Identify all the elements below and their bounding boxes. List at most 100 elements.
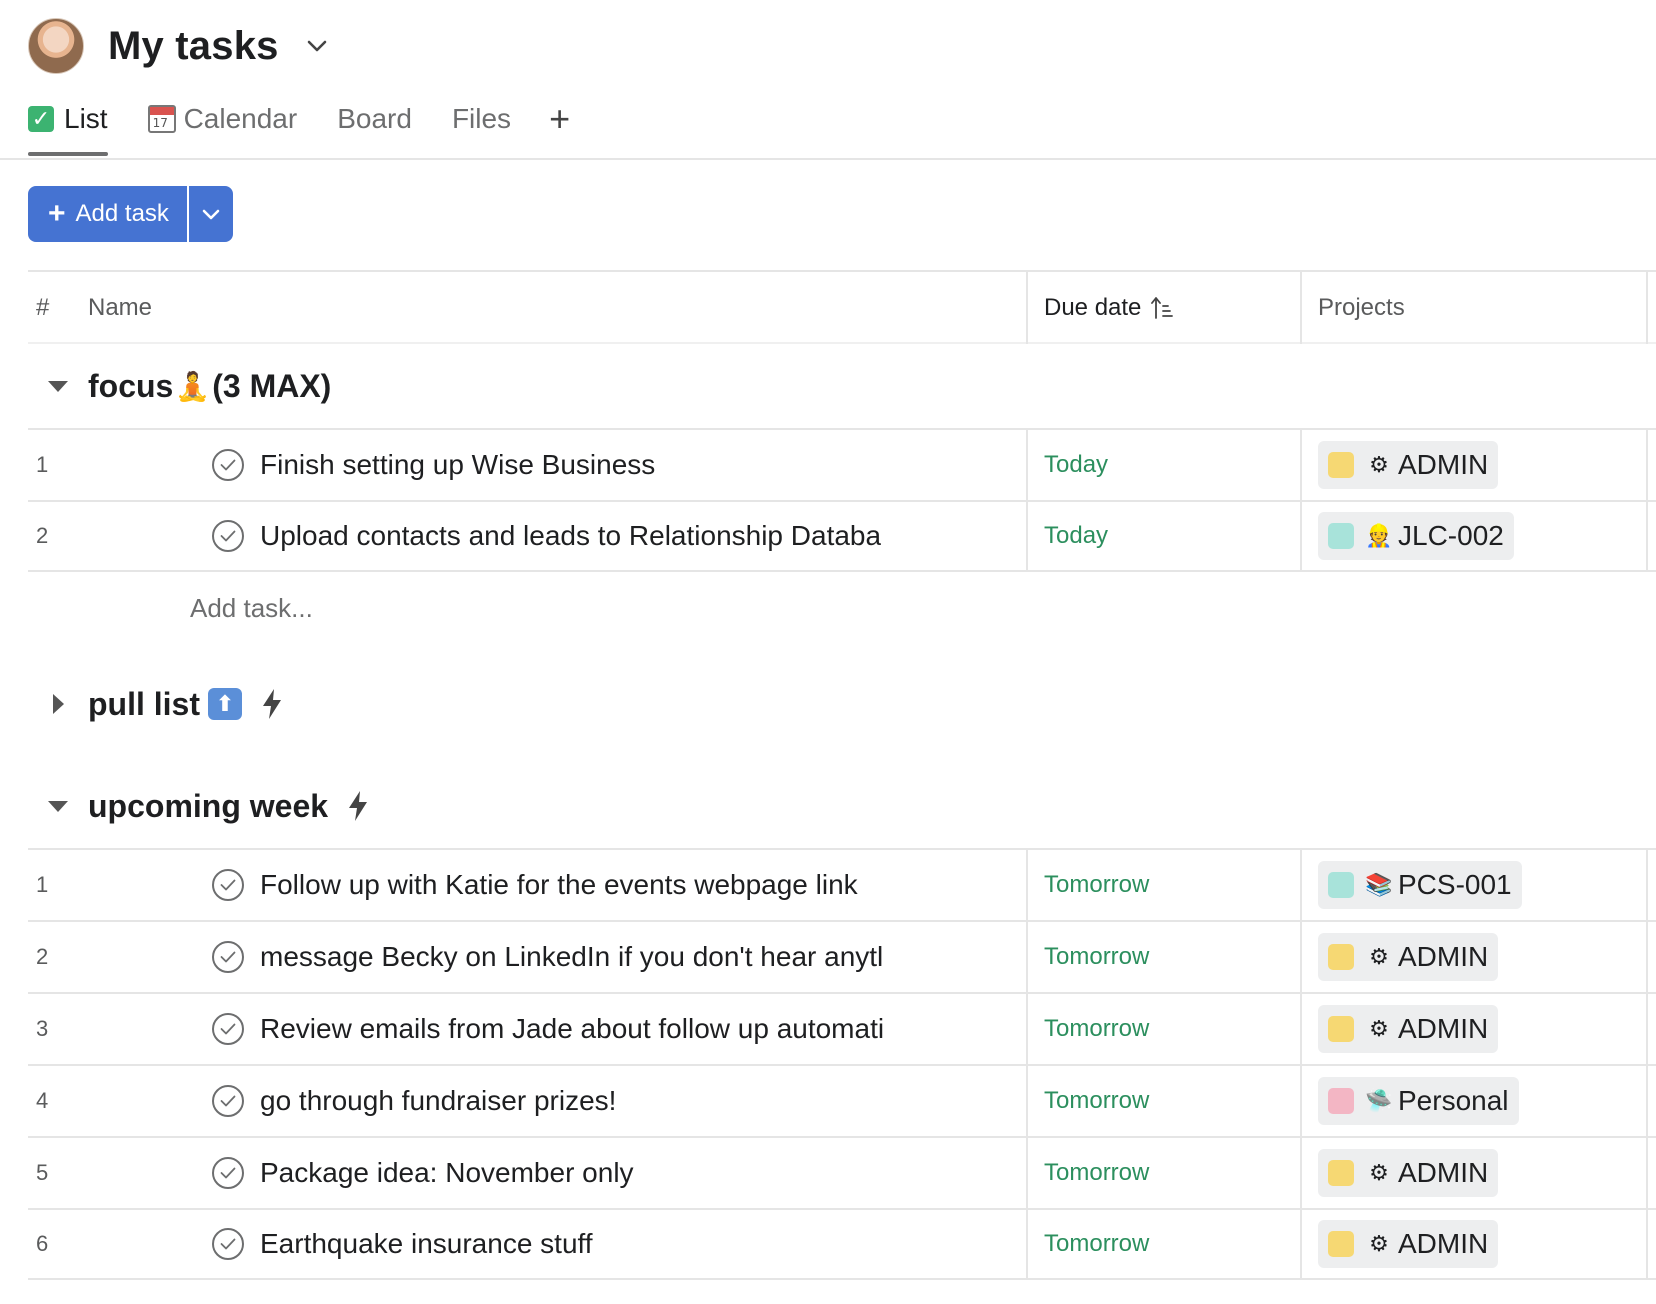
table-row[interactable]: 3 Review emails from Jade about follow u…	[28, 992, 1656, 1064]
due-date[interactable]: Tomorrow	[1026, 1066, 1300, 1136]
due-date[interactable]: Tomorrow	[1026, 850, 1300, 920]
avatar[interactable]	[28, 18, 84, 74]
collapse-toggle[interactable]	[28, 764, 88, 848]
task-name[interactable]: Earthquake insurance stuff	[260, 1228, 593, 1260]
table-row[interactable]: 2 Upload contacts and leads to Relations…	[28, 500, 1656, 572]
due-date[interactable]: Today	[1026, 430, 1300, 500]
collapse-toggle[interactable]	[28, 344, 88, 428]
project-label: JLC-002	[1398, 520, 1504, 551]
projects-cell: 📚 PCS-001	[1300, 850, 1648, 920]
chevron-down-icon[interactable]	[305, 34, 329, 58]
projects-cell: 👷 JLC-002	[1300, 502, 1648, 570]
section-title[interactable]: focus 🧘 (3 MAX)	[88, 368, 331, 405]
task-name[interactable]: go through fundraiser prizes!	[260, 1085, 616, 1117]
project-label: ADMIN	[1398, 1228, 1489, 1259]
column-header-projects[interactable]: Projects	[1300, 272, 1648, 344]
project-pill[interactable]: 👷 JLC-002	[1318, 512, 1514, 560]
column-header-due-date[interactable]: Due date	[1026, 272, 1300, 344]
due-date[interactable]: Tomorrow	[1026, 994, 1300, 1064]
tab-board[interactable]: Board	[337, 96, 412, 142]
row-number: 3	[36, 1016, 49, 1041]
add-tab-button[interactable]: +	[549, 96, 570, 142]
tab-calendar[interactable]: 17 Calendar	[147, 96, 297, 142]
table-row[interactable]: 4 go through fundraiser prizes! Tomorrow…	[28, 1064, 1656, 1136]
projects-cell: 🛸 Personal	[1300, 1066, 1648, 1136]
project-pill[interactable]: 🛸 Personal	[1318, 1077, 1519, 1125]
due-date[interactable]: Today	[1026, 502, 1300, 570]
up-arrow-icon: ⬆	[208, 688, 242, 720]
tab-label: List	[64, 103, 108, 134]
complete-checkbox-icon[interactable]	[212, 1013, 244, 1045]
task-name-cell: go through fundraiser prizes!	[88, 1066, 1026, 1136]
section-title-text: focus	[88, 367, 174, 404]
project-color-swatch	[1328, 1088, 1354, 1114]
projects-cell: ⚙ ADMIN	[1300, 1210, 1648, 1278]
due-date[interactable]: Tomorrow	[1026, 922, 1300, 992]
task-name[interactable]: Review emails from Jade about follow up …	[260, 1013, 884, 1045]
add-task-dropdown-button[interactable]	[188, 186, 233, 242]
complete-checkbox-icon[interactable]	[212, 1157, 244, 1189]
due-date[interactable]: Tomorrow	[1026, 1138, 1300, 1208]
column-header-name[interactable]: Name	[88, 272, 1026, 344]
complete-checkbox-icon[interactable]	[212, 869, 244, 901]
complete-checkbox-icon[interactable]	[212, 520, 244, 552]
project-pill[interactable]: ⚙ ADMIN	[1318, 1005, 1499, 1053]
project-color-swatch	[1328, 872, 1354, 898]
flying-saucer-icon: 🛸	[1365, 1088, 1393, 1113]
table-row[interactable]: 5 Package idea: November only Tomorrow ⚙…	[28, 1136, 1656, 1208]
view-tabs: ✓ List 17 Calendar Board Files +	[28, 96, 610, 158]
sort-ascending-icon[interactable]	[1151, 296, 1174, 320]
due-date[interactable]: Tomorrow	[1026, 1210, 1300, 1278]
section-header: focus 🧘 (3 MAX)	[28, 344, 1656, 428]
section-title[interactable]: upcoming week	[88, 788, 370, 825]
section-title-suffix: (3 MAX)	[212, 367, 332, 404]
gear-icon: ⚙	[1369, 452, 1389, 477]
task-name[interactable]: Follow up with Katie for the events webp…	[260, 869, 858, 901]
task-name[interactable]: Package idea: November only	[260, 1157, 634, 1189]
task-name-cell: Upload contacts and leads to Relationshi…	[88, 502, 1026, 570]
project-pill[interactable]: ⚙ ADMIN	[1318, 1149, 1499, 1197]
tab-list[interactable]: ✓ List	[28, 96, 108, 156]
column-header-label: Name	[88, 294, 153, 321]
lightning-icon[interactable]	[346, 790, 370, 822]
project-color-swatch	[1328, 452, 1354, 478]
table-row[interactable]: 2 message Becky on LinkedIn if you don't…	[28, 920, 1656, 992]
task-name[interactable]: Upload contacts and leads to Relationshi…	[260, 520, 881, 552]
table-row[interactable]: 1 Finish setting up Wise Business Today …	[28, 428, 1656, 500]
section-title[interactable]: pull list ⬆	[88, 686, 284, 723]
row-number: 2	[36, 523, 49, 548]
project-pill[interactable]: ⚙ ADMIN	[1318, 441, 1499, 489]
section-pull-list: pull list ⬆	[28, 662, 1656, 746]
task-name[interactable]: Finish setting up Wise Business	[260, 449, 655, 481]
table-row[interactable]: 6 Earthquake insurance stuff Tomorrow ⚙ …	[28, 1208, 1656, 1280]
expand-toggle[interactable]	[28, 662, 88, 746]
table-row[interactable]: 1 Follow up with Katie for the events we…	[28, 848, 1656, 920]
section-title-text: pull list	[88, 685, 200, 722]
project-pill[interactable]: ⚙ ADMIN	[1318, 933, 1499, 981]
complete-checkbox-icon[interactable]	[212, 1085, 244, 1117]
complete-checkbox-icon[interactable]	[212, 941, 244, 973]
lightning-icon[interactable]	[260, 688, 284, 720]
project-color-swatch	[1328, 1160, 1354, 1186]
tab-label: Board	[337, 103, 412, 134]
complete-checkbox-icon[interactable]	[212, 449, 244, 481]
row-number: 5	[36, 1160, 49, 1185]
add-task-button[interactable]: + Add task	[28, 186, 187, 242]
divider	[186, 186, 189, 242]
caret-down-icon	[48, 800, 68, 812]
add-task-inline[interactable]: Add task...	[28, 572, 1656, 644]
task-name-cell: Follow up with Katie for the events webp…	[88, 850, 1026, 920]
projects-cell: ⚙ ADMIN	[1300, 430, 1648, 500]
project-color-swatch	[1328, 1016, 1354, 1042]
tab-files[interactable]: Files	[452, 96, 511, 142]
row-number: 1	[36, 872, 49, 897]
project-pill[interactable]: ⚙ ADMIN	[1318, 1220, 1499, 1268]
section-focus: focus 🧘 (3 MAX) 1 Finish setting up Wise…	[28, 344, 1656, 644]
project-pill[interactable]: 📚 PCS-001	[1318, 861, 1522, 909]
task-name[interactable]: message Becky on LinkedIn if you don't h…	[260, 941, 883, 973]
meditation-icon: 🧘	[175, 370, 211, 402]
column-header-label: Projects	[1318, 294, 1405, 321]
complete-checkbox-icon[interactable]	[212, 1228, 244, 1260]
